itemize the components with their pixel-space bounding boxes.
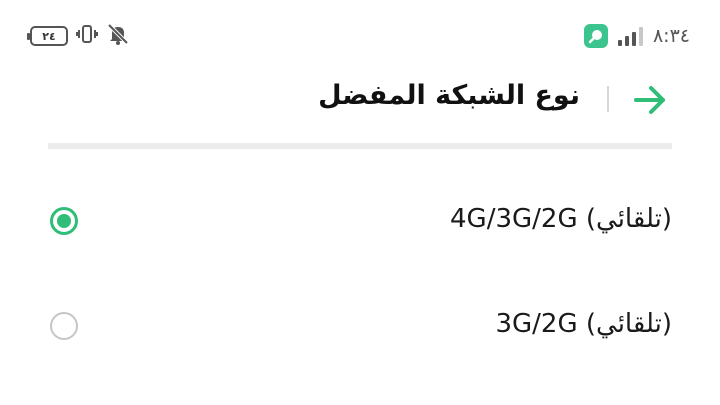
back-button[interactable] [630,82,670,118]
option-label: (تلقائي) 4G/3G/2G [450,204,672,234]
battery-indicator: ٢٤ [27,26,68,46]
network-option-4g-3g-2g[interactable]: (تلقائي) 4G/3G/2G [48,186,672,256]
search-app-icon [583,24,608,48]
muted-bell-icon [106,22,130,50]
radio-button-unselected[interactable] [50,312,78,340]
page-title: نوع الشبكة المفضل [318,80,580,111]
radio-dot [57,214,71,228]
cellular-signal-icon [617,26,643,46]
status-right: ٨:٣٤ [583,22,690,50]
radio-button-selected[interactable] [50,207,78,235]
status-bar: ٢٤ ٨:٣٤ [0,0,720,70]
status-time: ٨:٣٤ [652,25,690,47]
status-left: ٢٤ [27,22,130,50]
header-divider [607,86,609,112]
network-option-3g-2g[interactable]: (تلقائي) 3G/2G [48,291,672,361]
app-header: نوع الشبكة المفضل [48,70,672,130]
arrow-right-icon [634,86,665,114]
screen: ٢٤ ٨:٣٤ نوع الشبكة المفضل (تلقائي) 4G/3G… [0,0,720,405]
header-separator [48,143,672,149]
option-label: (تلقائي) 3G/2G [495,309,672,339]
battery-level: ٢٤ [42,29,56,43]
vibrate-icon [76,23,98,49]
